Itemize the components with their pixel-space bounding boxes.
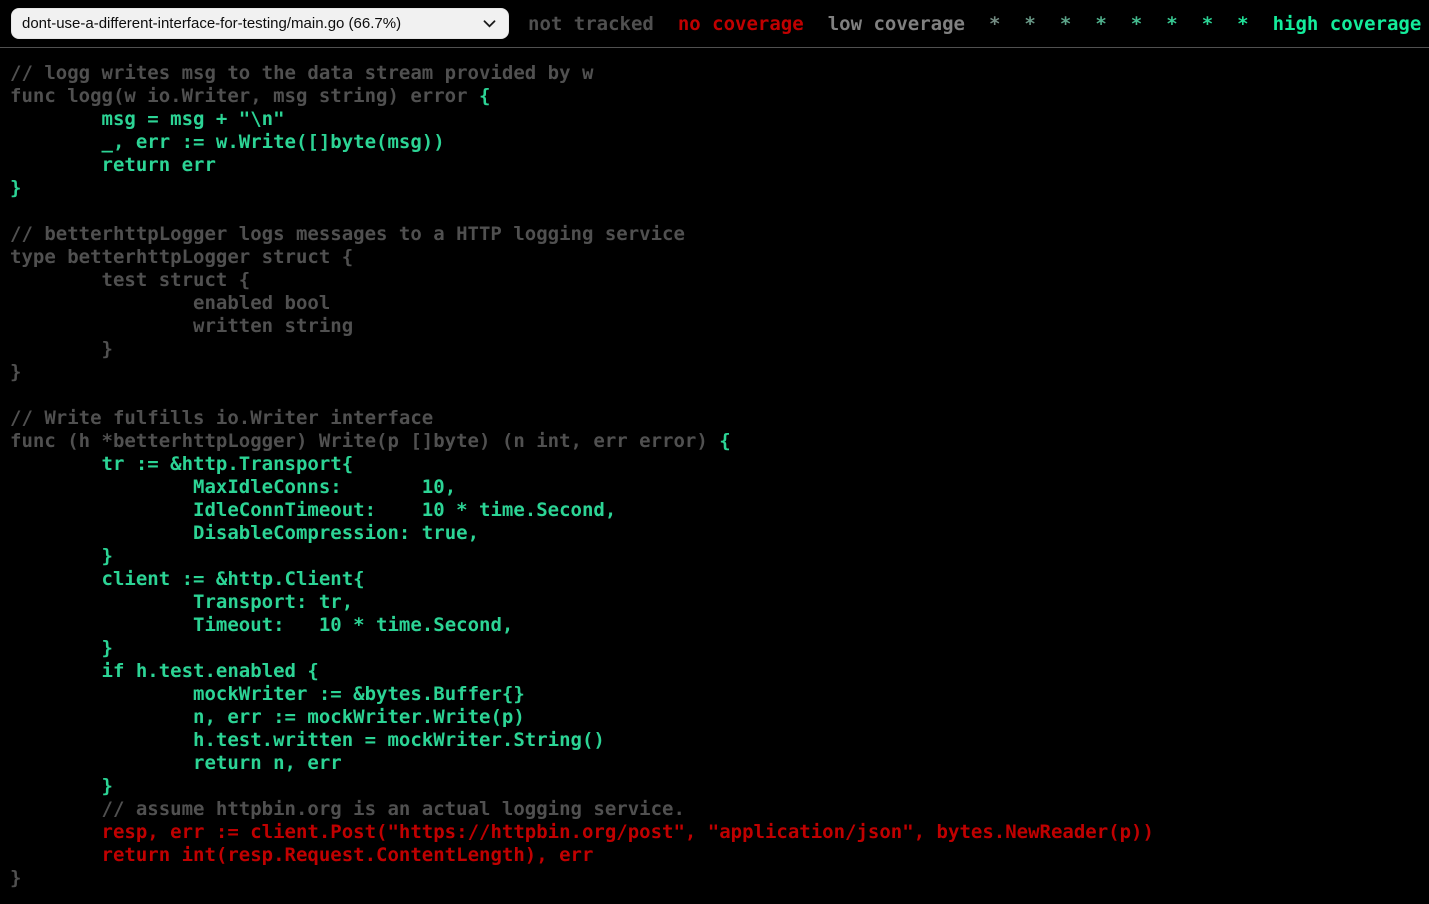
code-segment: Timeout: 10 * time.Second,	[10, 614, 513, 636]
code-segment: _, err := w.Write([]byte(msg))	[10, 131, 445, 153]
source-code: // logg writes msg to the data stream pr…	[10, 62, 1429, 890]
code-line: Timeout: 10 * time.Second,	[10, 614, 513, 636]
code-line: // Write fulfills io.Writer interface	[10, 407, 433, 429]
code-line: type betterhttpLogger struct {	[10, 246, 353, 268]
code-line: }	[10, 775, 113, 797]
code-line: }	[10, 338, 113, 360]
code-line: return n, err	[10, 752, 342, 774]
code-segment: }	[10, 637, 113, 659]
code-line: MaxIdleConns: 10,	[10, 476, 456, 498]
code-segment: tr := &http.Transport{	[10, 453, 353, 475]
code-line: }	[10, 867, 21, 889]
code-segment: type betterhttpLogger struct {	[10, 246, 353, 268]
code-segment: // logg writes msg to the data stream pr…	[10, 62, 593, 84]
code-line: DisableCompression: true,	[10, 522, 479, 544]
code-segment: return n, err	[10, 752, 342, 774]
code-segment: }	[10, 545, 113, 567]
code-line: return int(resp.Request.ContentLength), …	[10, 844, 593, 866]
code-segment: MaxIdleConns: 10,	[10, 476, 456, 498]
code-segment: h.test.written = mockWriter.String()	[10, 729, 605, 751]
legend-item-plain: not tracked	[528, 13, 654, 35]
code-segment: resp, err := client.Post("https://httpbi…	[10, 821, 1154, 843]
code-line: h.test.written = mockWriter.String()	[10, 729, 605, 751]
code-line: func (h *betterhttpLogger) Write(p []byt…	[10, 430, 731, 452]
code-line: enabled bool	[10, 292, 330, 314]
code-line: n, err := mockWriter.Write(p)	[10, 706, 525, 728]
code-segment: // Write fulfills io.Writer interface	[10, 407, 433, 429]
coverage-legend: not tracked no coverage low coverage * * * * * *…	[528, 13, 1421, 35]
code-segment: enabled bool	[10, 292, 330, 314]
code-line: tr := &http.Transport{	[10, 453, 353, 475]
legend-item-cov0: no coverage	[678, 13, 804, 35]
code-segment: return err	[10, 154, 216, 176]
code-line: }	[10, 545, 113, 567]
topbar: dont-use-a-different-interface-for-testi…	[0, 0, 1429, 48]
code-segment: func logg(w io.Writer, msg string) error	[10, 85, 479, 107]
legend-item-cov9: *	[1237, 13, 1248, 35]
code-segment: msg = msg + "\n"	[10, 108, 285, 130]
code-segment: }	[10, 177, 21, 199]
code-segment: // betterhttpLogger logs messages to a H…	[10, 223, 685, 245]
code-segment: if h.test.enabled {	[10, 660, 319, 682]
code-line: // logg writes msg to the data stream pr…	[10, 62, 593, 84]
code-line: written string	[10, 315, 353, 337]
code-segment: }	[10, 338, 113, 360]
code-line: client := &http.Client{	[10, 568, 365, 590]
code-segment: mockWriter := &bytes.Buffer{}	[10, 683, 525, 705]
code-segment: DisableCompression: true,	[10, 522, 479, 544]
code-segment: client := &http.Client{	[10, 568, 365, 590]
code-line: func logg(w io.Writer, msg string) error…	[10, 85, 490, 107]
legend-item-cov7: *	[1166, 13, 1177, 35]
legend-item-cov1: low coverage	[828, 13, 965, 35]
code-segment: n, err := mockWriter.Write(p)	[10, 706, 525, 728]
code-segment: {	[719, 430, 730, 452]
code-segment: func (h *betterhttpLogger) Write(p []byt…	[10, 430, 719, 452]
code-line: // assume httpbin.org is an actual loggi…	[10, 798, 685, 820]
code-line: _, err := w.Write([]byte(msg))	[10, 131, 445, 153]
code-segment: Transport: tr,	[10, 591, 353, 613]
code-line: return err	[10, 154, 216, 176]
code-line: test struct {	[10, 269, 250, 291]
code-line: Transport: tr,	[10, 591, 353, 613]
code-line: }	[10, 361, 21, 383]
legend-item-cov4: *	[1060, 13, 1071, 35]
code-segment: IdleConnTimeout: 10 * time.Second,	[10, 499, 616, 521]
code-segment: written string	[10, 315, 353, 337]
legend-item-cov10: high coverage	[1273, 13, 1422, 35]
code-line: msg = msg + "\n"	[10, 108, 285, 130]
legend-item-cov6: *	[1131, 13, 1142, 35]
code-line: // betterhttpLogger logs messages to a H…	[10, 223, 685, 245]
code-segment: // assume httpbin.org is an actual loggi…	[10, 798, 685, 820]
legend-item-cov3: *	[1024, 13, 1035, 35]
code-line: mockWriter := &bytes.Buffer{}	[10, 683, 525, 705]
code-line: }	[10, 177, 21, 199]
code-line: if h.test.enabled {	[10, 660, 319, 682]
code-segment: {	[479, 85, 490, 107]
code-segment: return int(resp.Request.ContentLength), …	[10, 844, 593, 866]
code-line: resp, err := client.Post("https://httpbi…	[10, 821, 1154, 843]
legend-item-cov8: *	[1202, 13, 1213, 35]
chevron-down-icon	[483, 20, 496, 28]
content-area: // logg writes msg to the data stream pr…	[0, 48, 1429, 890]
code-segment: }	[10, 775, 113, 797]
file-select-value: dont-use-a-different-interface-for-testi…	[22, 15, 401, 32]
code-line: }	[10, 637, 113, 659]
code-segment: test struct {	[10, 269, 250, 291]
code-segment: }	[10, 361, 21, 383]
code-line: IdleConnTimeout: 10 * time.Second,	[10, 499, 616, 521]
legend-item-cov2: *	[989, 13, 1000, 35]
code-segment: }	[10, 867, 21, 889]
file-select[interactable]: dont-use-a-different-interface-for-testi…	[11, 8, 509, 39]
legend-item-cov5: *	[1095, 13, 1106, 35]
